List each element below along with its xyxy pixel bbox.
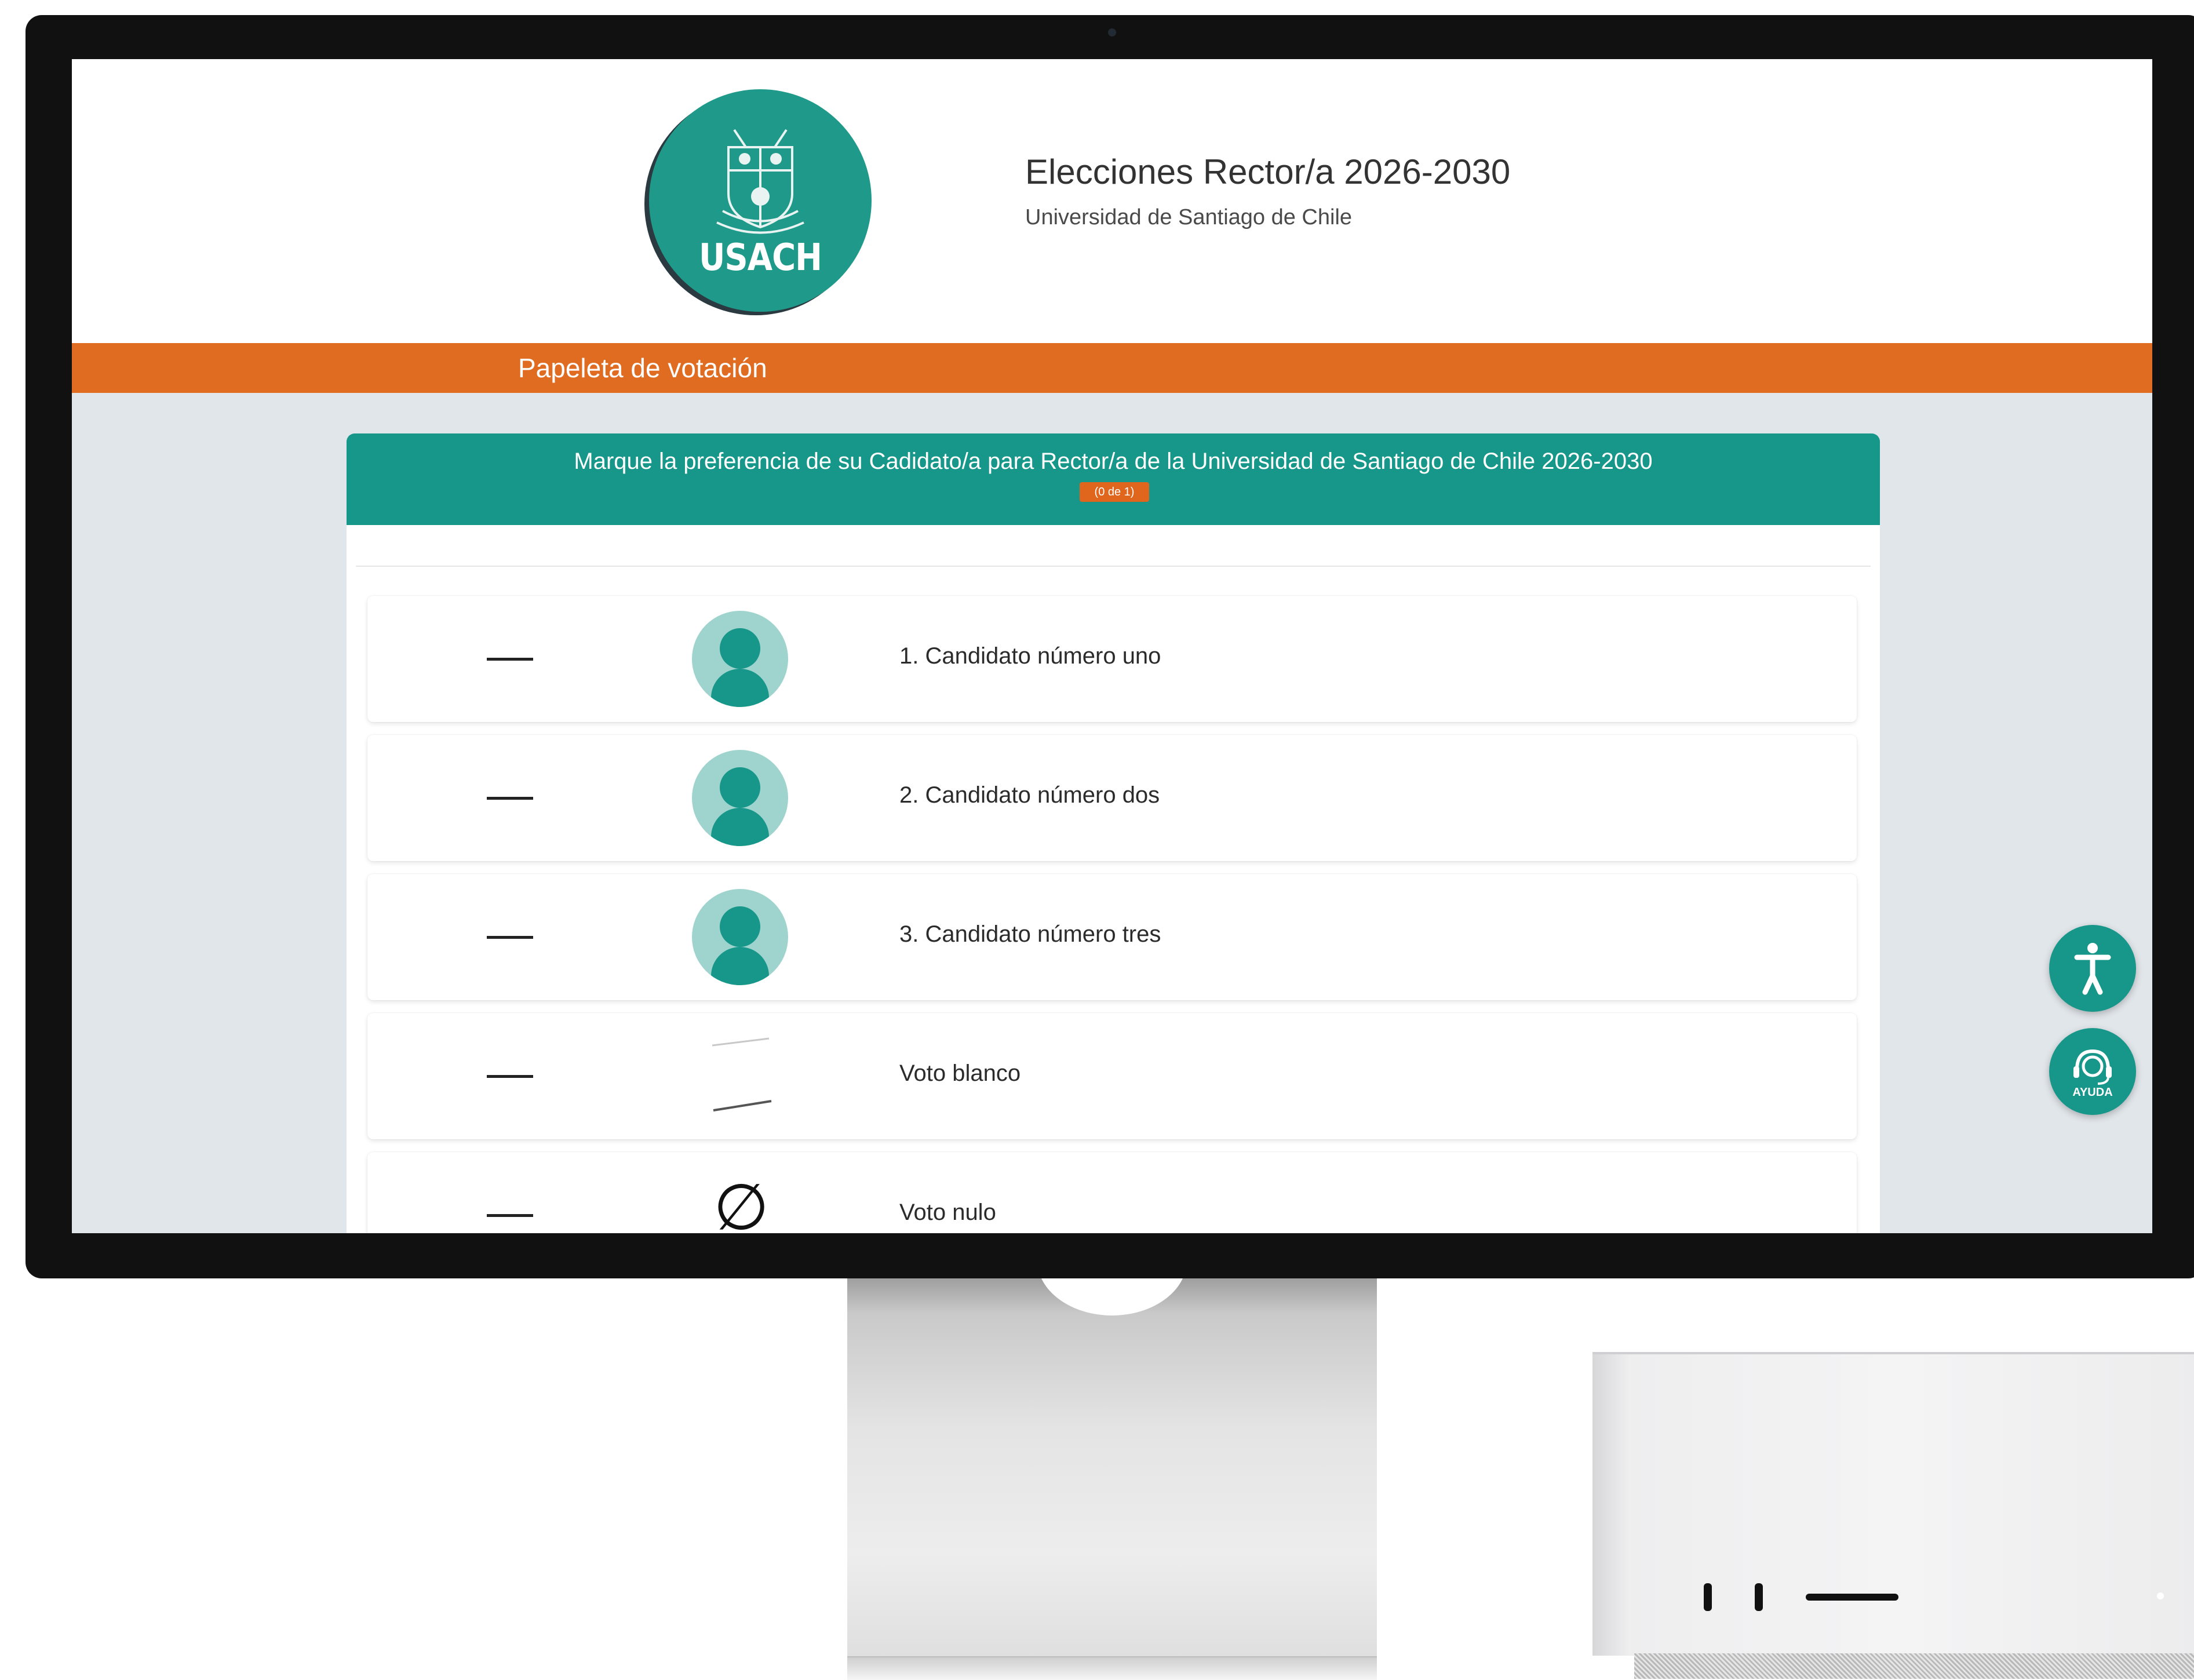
selection-mark[interactable] xyxy=(487,936,533,939)
page-subtitle: Universidad de Santiago de Chile xyxy=(1025,205,1353,229)
usb-port xyxy=(1755,1583,1763,1611)
usb-port xyxy=(1704,1583,1712,1611)
webcam xyxy=(1108,28,1116,37)
ballot-option-null-vote[interactable]: ∅ Voto nulo xyxy=(367,1152,1857,1233)
person-avatar-icon xyxy=(692,611,788,707)
ballot-banner-label: Papeleta de votación xyxy=(518,353,767,383)
blank-ballot-icon xyxy=(712,1037,772,1112)
sd-card-slot xyxy=(1806,1594,1898,1601)
ballot-option-candidate-2[interactable]: 2. Candidato número dos xyxy=(367,735,1857,861)
selection-counter-badge: (0 de 1) xyxy=(1080,482,1149,502)
option-label: 2. Candidato número dos xyxy=(899,782,1160,808)
page-header: USACH Elecciones Rector/a 2026-2030 Univ… xyxy=(72,59,2152,343)
selection-mark[interactable] xyxy=(487,797,533,800)
mac-studio-vent xyxy=(1634,1653,2194,1679)
divider xyxy=(356,566,1871,567)
monitor-stand-base xyxy=(847,1656,1377,1680)
person-avatar-icon xyxy=(692,889,788,985)
person-avatar-icon xyxy=(692,750,788,846)
ballot-card-header: Marque la preferencia de su Cadidato/a p… xyxy=(347,433,1880,525)
screen: USACH Elecciones Rector/a 2026-2030 Univ… xyxy=(72,59,2152,1233)
help-button[interactable]: AYUDA xyxy=(2049,1028,2136,1115)
accessibility-button[interactable] xyxy=(2049,925,2136,1012)
headset-help-icon xyxy=(2073,1049,2112,1085)
accessibility-icon xyxy=(2074,943,2111,995)
option-label: Voto nulo xyxy=(899,1200,996,1225)
power-led xyxy=(2157,1592,2164,1599)
page-title: Elecciones Rector/a 2026-2030 xyxy=(1025,152,1511,191)
help-label: AYUDA xyxy=(2072,1086,2113,1099)
option-label: 1. Candidato número uno xyxy=(899,643,1161,669)
mac-studio-device xyxy=(1592,1352,2194,1656)
null-vote-icon: ∅ xyxy=(713,1170,769,1233)
ballot-option-candidate-3[interactable]: 3. Candidato número tres xyxy=(367,874,1857,1000)
usach-logo: USACH xyxy=(649,89,872,312)
logo-text: USACH xyxy=(698,236,822,279)
ballot-card: Marque la preferencia de su Cadidato/a p… xyxy=(347,433,1880,1233)
university-crest-icon xyxy=(716,129,804,234)
ballot-option-candidate-1[interactable]: 1. Candidato número uno xyxy=(367,596,1857,722)
ballot-option-blank-vote[interactable]: Voto blanco xyxy=(367,1013,1857,1139)
selection-mark[interactable] xyxy=(487,1214,533,1217)
ballot-banner: Papeleta de votación xyxy=(72,343,2152,393)
selection-mark[interactable] xyxy=(487,658,533,661)
selection-mark[interactable] xyxy=(487,1075,533,1078)
option-label: Voto blanco xyxy=(899,1061,1021,1086)
option-label: 3. Candidato número tres xyxy=(899,921,1161,947)
ballot-instruction: Marque la preferencia de su Cadidato/a p… xyxy=(574,449,1653,474)
monitor-stand xyxy=(847,1263,1377,1679)
